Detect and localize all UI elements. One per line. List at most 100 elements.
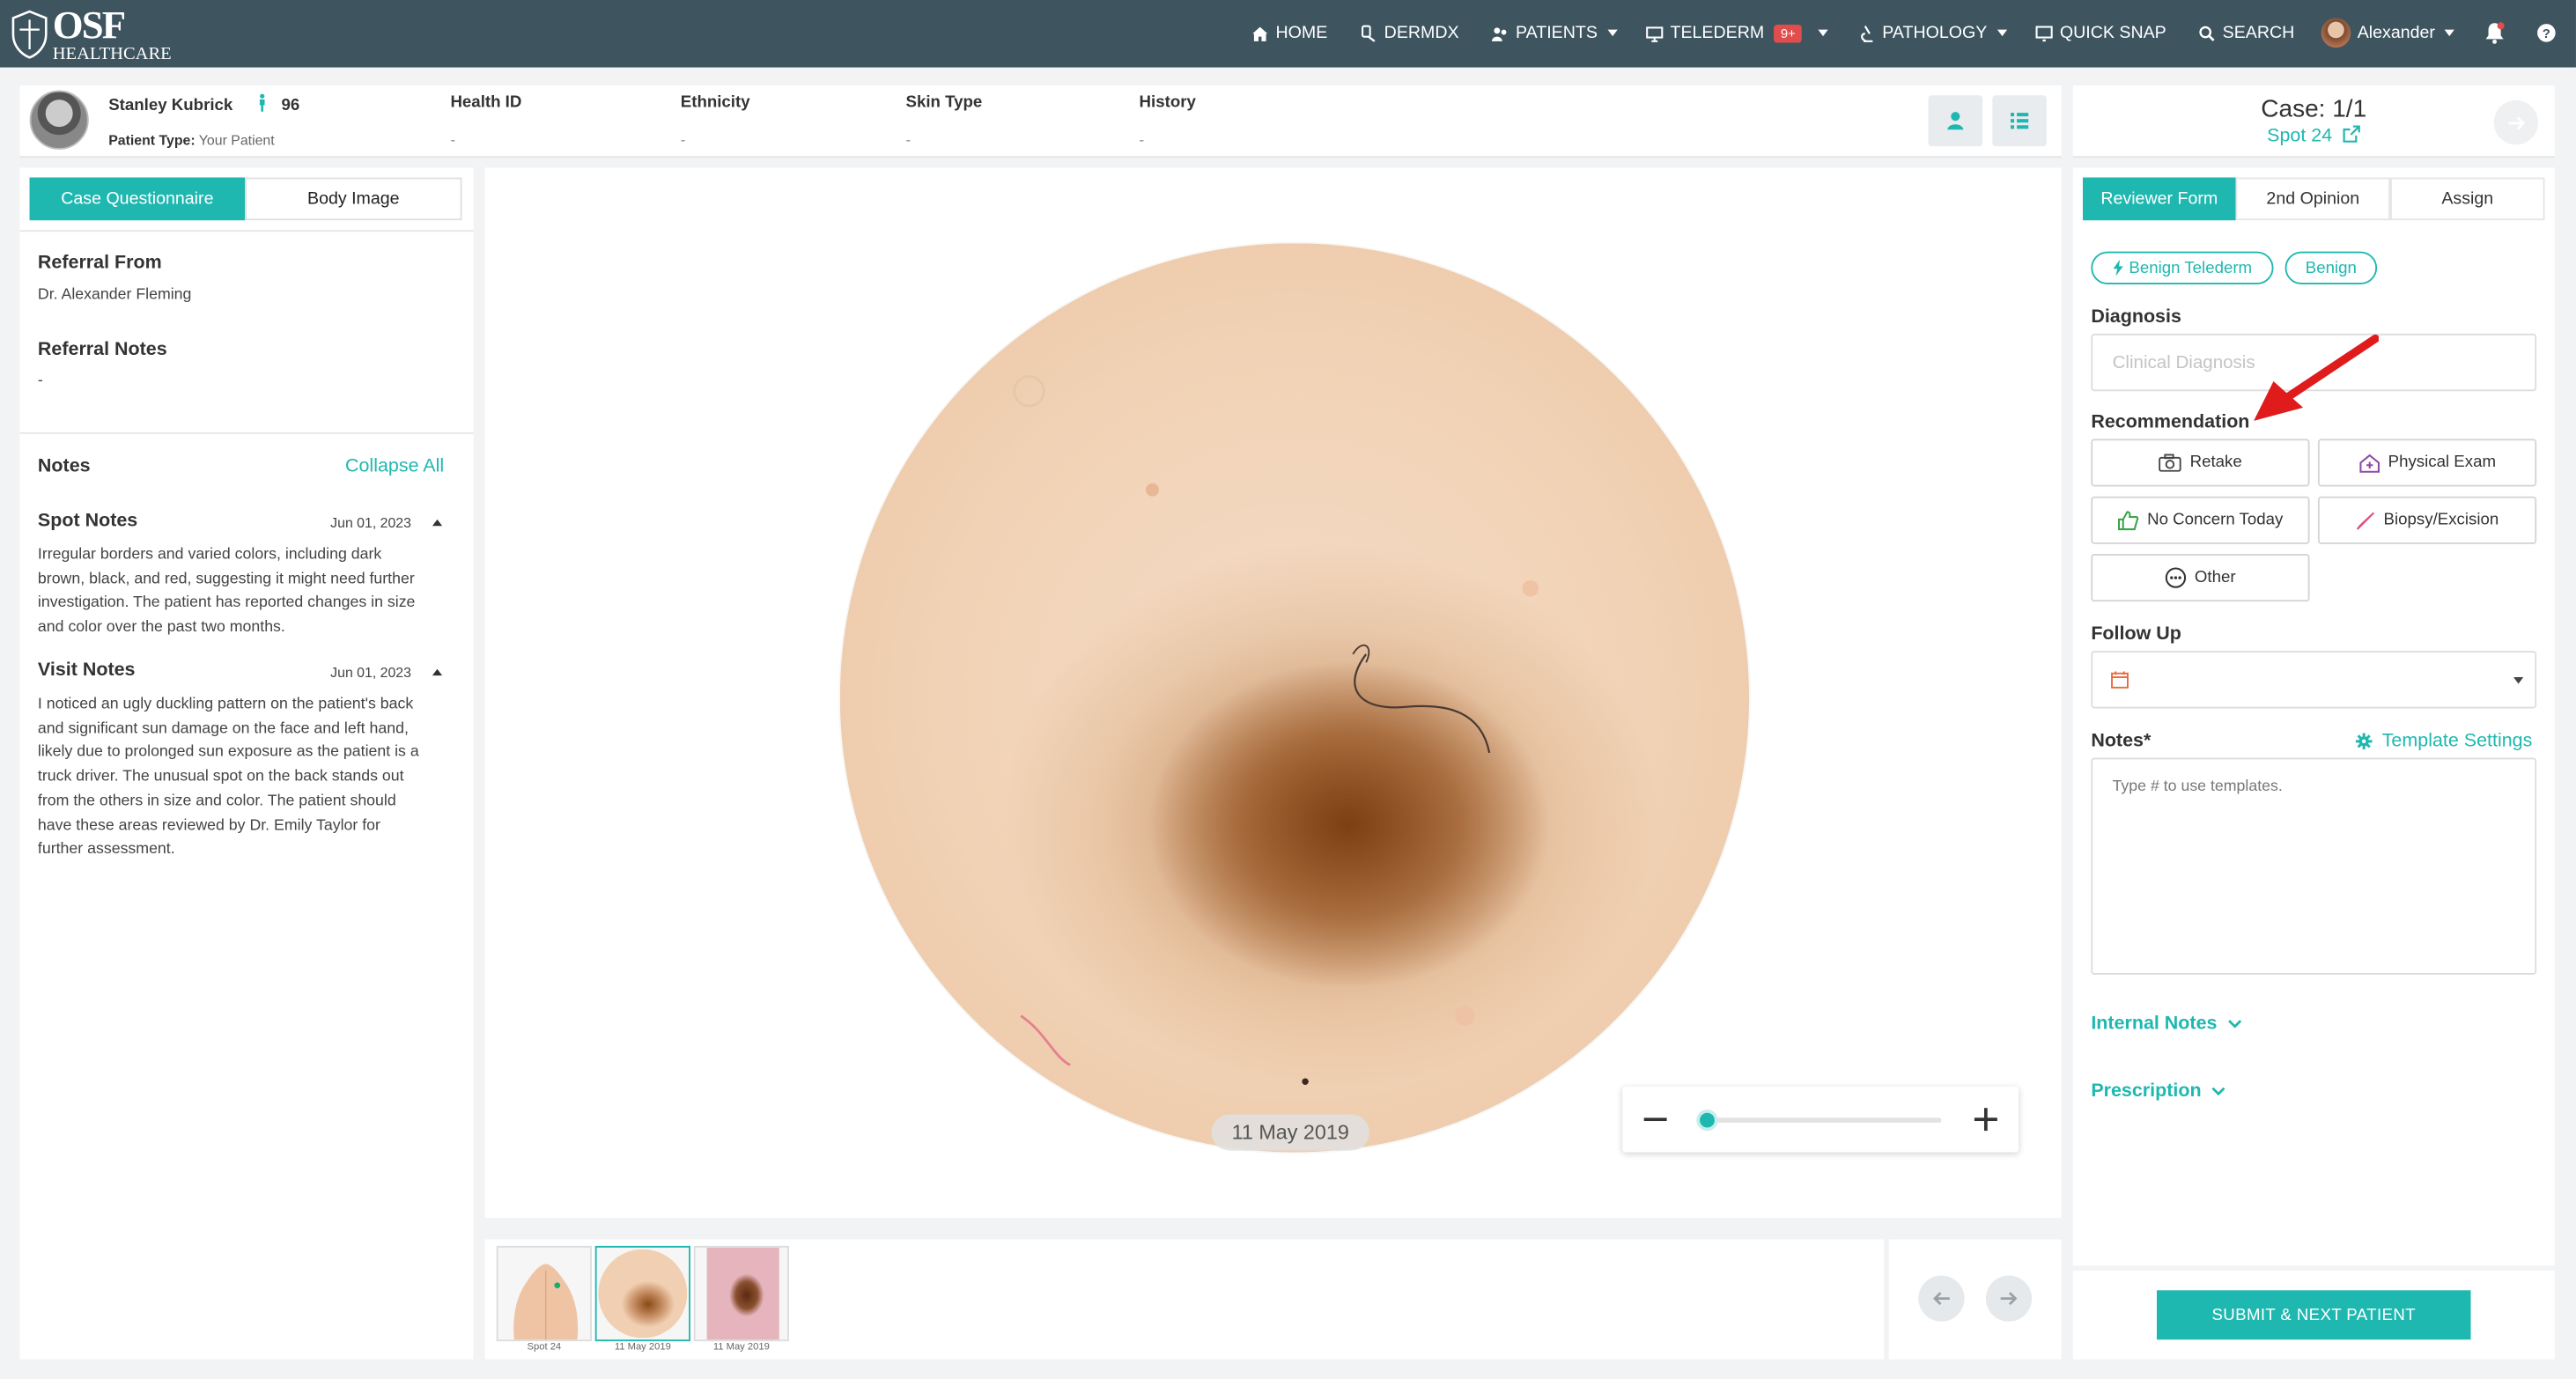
submit-next-patient-button[interactable]: SUBMIT & NEXT PATIENT xyxy=(2156,1290,2471,1340)
chevron-down-icon xyxy=(1607,29,1618,37)
previous-image-button[interactable] xyxy=(1918,1275,1965,1322)
nav-quick-snap-label: QUICK SNAP xyxy=(2059,23,2166,43)
case-spot-link[interactable]: Spot 24 xyxy=(2073,125,2555,146)
visit-notes-line: likely due to prolonged sun exposure as … xyxy=(37,743,419,762)
zoom-slider-handle[interactable] xyxy=(1696,1109,1718,1132)
logo-sub-text: HEALTHCARE xyxy=(52,44,172,64)
case-spot-label: Spot 24 xyxy=(2267,126,2333,147)
referral-notes-label: Referral Notes xyxy=(37,340,167,360)
collapse-all-link[interactable]: Collapse All xyxy=(345,457,444,476)
thumbnail-dermoscopy[interactable] xyxy=(594,1245,690,1342)
biopsy-excision-button[interactable]: Biopsy/Excision xyxy=(2317,496,2537,544)
chevron-down-icon xyxy=(2513,677,2524,684)
chip-benign-telederm[interactable]: Benign Telederm xyxy=(2091,251,2274,284)
image-viewer[interactable]: 11 May 2019 xyxy=(484,167,2062,1219)
tab-case-questionnaire[interactable]: Case Questionnaire xyxy=(29,177,246,221)
nav-home[interactable]: HOME xyxy=(1251,23,1327,43)
physical-exam-button[interactable]: Physical Exam xyxy=(2317,439,2537,487)
other-label: Other xyxy=(2194,568,2236,587)
thumbnail-nav xyxy=(1888,1239,2062,1360)
tab-2nd-opinion[interactable]: 2nd Opinion xyxy=(2235,177,2391,221)
thumbnail-label: 11 May 2019 xyxy=(712,1343,770,1353)
tab-assign[interactable]: Assign xyxy=(2390,177,2545,221)
visit-notes-line: from the others in size and color. The p… xyxy=(37,792,396,810)
chevron-down-icon xyxy=(2211,1087,2225,1096)
internal-notes-toggle[interactable]: Internal Notes xyxy=(2091,1014,2241,1034)
clinical-thumbnail xyxy=(706,1247,779,1340)
osf-logo[interactable]: OSF HEALTHCARE xyxy=(10,5,174,64)
template-settings-link[interactable]: Template Settings xyxy=(2355,731,2533,752)
zoom-in-icon[interactable] xyxy=(1974,1108,1997,1132)
nav-dermdx[interactable]: DERMDX xyxy=(1360,23,1459,43)
patient-profile-button[interactable] xyxy=(1928,95,1983,147)
visit-notes-title[interactable]: Visit Notes xyxy=(38,660,136,680)
nav-patients[interactable]: PATIENTS xyxy=(1491,23,1618,43)
zoom-track[interactable] xyxy=(1708,1117,1942,1123)
user-menu[interactable]: Alexander xyxy=(2321,18,2455,48)
thumbnail-clinical[interactable] xyxy=(693,1245,789,1342)
next-case-button[interactable] xyxy=(2493,100,2539,145)
patient-type-value: Your Patient xyxy=(198,131,275,148)
collapse-up-icon[interactable] xyxy=(432,519,443,527)
chip-benign[interactable]: Benign xyxy=(2284,251,2378,284)
nav-telederm[interactable]: TELEDERM 9+ xyxy=(1645,23,1829,43)
internal-notes-label: Internal Notes xyxy=(2091,1014,2218,1035)
zoom-control xyxy=(1622,1086,2019,1153)
thumbnail-body[interactable] xyxy=(496,1245,592,1342)
arrow-left-icon xyxy=(1933,1292,1950,1306)
ethnicity-label: Ethnicity xyxy=(680,93,750,112)
referral-from-label: Referral From xyxy=(37,253,162,273)
tab-body-image[interactable]: Body Image xyxy=(245,177,462,221)
template-settings-label: Template Settings xyxy=(2381,731,2533,752)
referral-from-value: Dr. Alexander Fleming xyxy=(37,285,192,305)
spot-notes-line: and color over the past two months. xyxy=(37,618,285,637)
case-list-button[interactable] xyxy=(1992,95,2047,147)
person-male-icon xyxy=(260,93,266,112)
health-id-label: Health ID xyxy=(450,93,522,112)
dermoscopy-image[interactable] xyxy=(839,243,1750,1153)
notes-textarea[interactable]: Type # to use templates. xyxy=(2091,757,2537,975)
spot-notes-title[interactable]: Spot Notes xyxy=(38,512,137,531)
help-icon[interactable]: ? xyxy=(2536,23,2556,42)
body-back-thumbnail xyxy=(498,1247,591,1340)
patient-avatar xyxy=(29,90,89,150)
case-header: Case: 1/1 Spot 24 xyxy=(2072,85,2555,159)
nav-pathology-label: PATHOLOGY xyxy=(1882,23,1988,43)
no-concern-button[interactable]: No Concern Today xyxy=(2091,496,2310,544)
microscope-icon xyxy=(1861,25,1873,41)
nav-search[interactable]: SEARCH xyxy=(2198,23,2294,43)
recommendation-label: Recommendation xyxy=(2091,412,2250,432)
next-image-button[interactable] xyxy=(1985,1275,2033,1322)
biopsy-excision-label: Biopsy/Excision xyxy=(2383,511,2499,530)
arrow-right-icon xyxy=(2507,115,2525,129)
nav-quick-snap[interactable]: QUICK SNAP xyxy=(2035,23,2166,43)
submit-area: SUBMIT & NEXT PATIENT xyxy=(2072,1270,2555,1360)
zoom-out-icon[interactable] xyxy=(1643,1117,1667,1123)
chevron-down-icon xyxy=(1997,29,2007,37)
ethnicity-value: - xyxy=(680,131,686,148)
person-icon xyxy=(1947,112,1964,130)
nav-pathology[interactable]: PATHOLOGY xyxy=(1857,23,2007,43)
chevron-down-icon xyxy=(2227,1020,2241,1029)
reviewer-panel: Reviewer Form 2nd Opinion Assign Benign … xyxy=(2072,167,2555,1266)
retake-label: Retake xyxy=(2189,454,2242,472)
other-button[interactable]: Other xyxy=(2091,554,2310,602)
prescription-toggle[interactable]: Prescription xyxy=(2091,1081,2225,1102)
collapse-up-icon[interactable] xyxy=(432,668,443,676)
spot-notes-line: brown, black, and red, suggesting it mig… xyxy=(37,570,415,588)
nav-telederm-label: TELEDERM xyxy=(1670,23,1765,43)
follow-up-select[interactable] xyxy=(2091,651,2537,709)
visit-notes-line: and significant sun damage on the face a… xyxy=(37,719,409,738)
list-icon xyxy=(2011,113,2029,129)
bell-icon[interactable] xyxy=(2484,21,2505,44)
no-concern-label: No Concern Today xyxy=(2147,511,2284,530)
scalpel-icon xyxy=(2356,511,2375,529)
tablet-camera-icon xyxy=(2035,25,2053,41)
app-root: OSF HEALTHCARE HOME DERMDX PATIENTS TELE… xyxy=(0,0,2576,1379)
thumbnail-label: 11 May 2019 xyxy=(614,1343,671,1353)
tab-reviewer-form[interactable]: Reviewer Form xyxy=(2082,177,2236,221)
retake-button[interactable]: Retake xyxy=(2091,439,2310,487)
spot-notes-line: investigation. The patient has reported … xyxy=(37,594,416,613)
chevron-down-icon xyxy=(1819,29,1829,37)
chevron-down-icon xyxy=(2445,29,2455,37)
